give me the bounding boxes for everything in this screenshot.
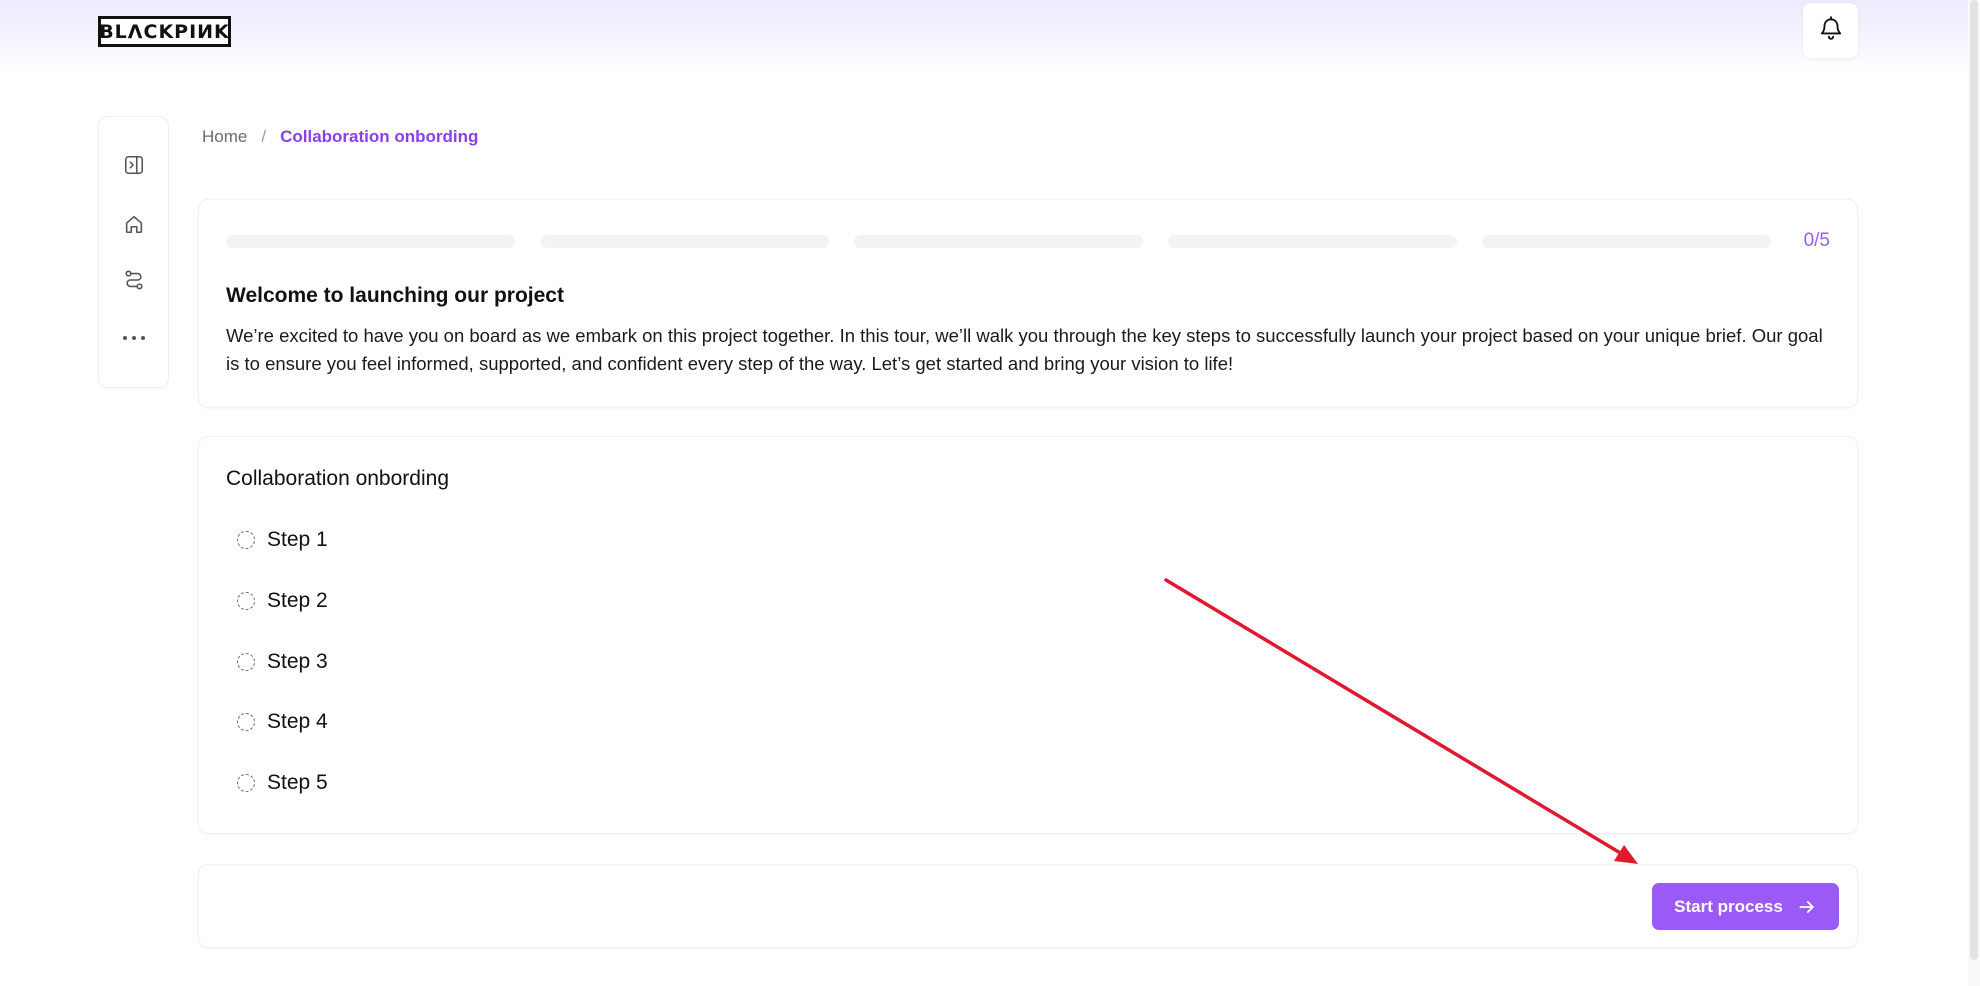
steps-title: Collaboration onbording <box>226 467 449 490</box>
sidebar-item-home[interactable] <box>120 212 148 240</box>
more-icon <box>122 329 146 347</box>
pending-circle-icon <box>237 653 255 671</box>
progress-segment-4 <box>1168 235 1457 248</box>
breadcrumb: Home / Collaboration onbording <box>202 126 478 148</box>
step-item-2[interactable]: Step 2 <box>237 586 328 616</box>
bell-icon <box>1818 15 1844 46</box>
sidebar-item-more[interactable] <box>120 324 148 352</box>
step-item-1[interactable]: Step 1 <box>237 525 328 555</box>
step-item-5[interactable]: Step 5 <box>237 768 328 798</box>
welcome-description: We’re excited to have you on board as we… <box>226 325 1823 374</box>
scrollbar-thumb[interactable] <box>1970 0 1978 960</box>
start-process-label: Start process <box>1674 896 1783 916</box>
sidebar-toggle-button[interactable] <box>120 153 148 181</box>
arrow-right-icon <box>1797 897 1817 917</box>
panel-toggle-icon <box>123 154 145 181</box>
steps-card: Collaboration onbording Step 1 Step 2 St… <box>198 436 1858 834</box>
step-label: Step 2 <box>267 589 328 612</box>
welcome-card: 0/5 Welcome to launching our project We’… <box>198 199 1858 408</box>
route-icon <box>123 269 145 296</box>
step-label: Step 1 <box>267 528 328 551</box>
pending-circle-icon <box>237 713 255 731</box>
progress-segment-3 <box>854 235 1143 248</box>
footer-card <box>198 864 1858 948</box>
pending-circle-icon <box>237 774 255 792</box>
step-label: Step 4 <box>267 710 328 733</box>
step-item-4[interactable]: Step 4 <box>237 707 328 737</box>
pending-circle-icon <box>237 592 255 610</box>
progress-count: 0/5 <box>1803 230 1830 251</box>
step-label: Step 5 <box>267 771 328 794</box>
breadcrumb-separator: / <box>261 127 267 146</box>
step-label: Step 3 <box>267 650 328 673</box>
top-bar: BLΛCKPIИK <box>0 0 1980 72</box>
step-item-3[interactable]: Step 3 <box>237 647 328 677</box>
pending-circle-icon <box>237 531 255 549</box>
breadcrumb-current: Collaboration onbording <box>280 127 479 146</box>
progress-segment-2 <box>540 235 829 248</box>
notifications-button[interactable] <box>1803 3 1858 58</box>
progress-segment-1 <box>226 235 515 248</box>
progress-segment-5 <box>1482 235 1771 248</box>
brand-logo[interactable]: BLΛCKPIИK <box>98 16 231 47</box>
scrollbar[interactable] <box>1968 0 1980 986</box>
sidebar-item-route[interactable] <box>120 268 148 296</box>
welcome-title: Welcome to launching our project <box>226 284 564 307</box>
home-icon <box>123 213 145 240</box>
breadcrumb-home-link[interactable]: Home <box>202 127 247 147</box>
sidebar <box>98 116 169 388</box>
start-process-button[interactable]: Start process <box>1652 883 1839 930</box>
